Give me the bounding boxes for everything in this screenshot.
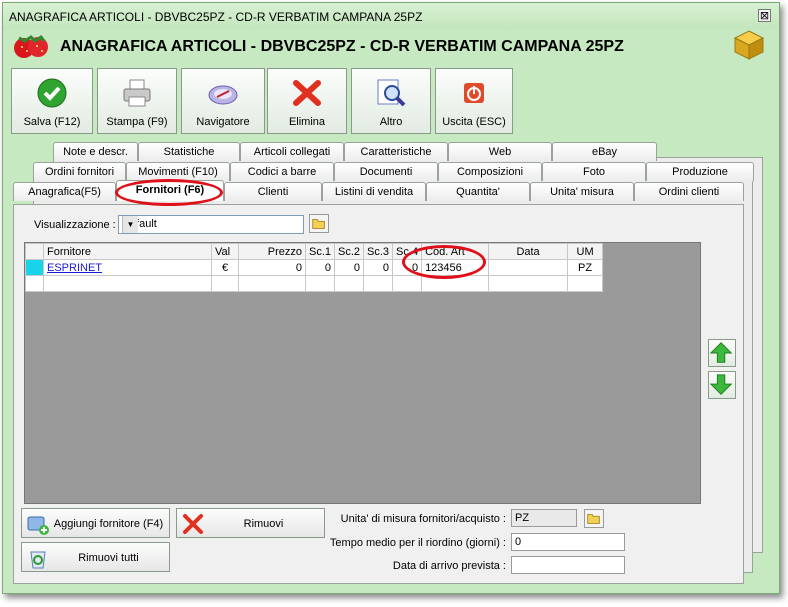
tab-note[interactable]: Note e descr.	[53, 142, 138, 161]
remove-all-button[interactable]: Rimuovi tutti	[21, 542, 170, 572]
tab-articoli-collegati[interactable]: Articoli collegati	[240, 142, 344, 161]
tab-composizioni[interactable]: Composizioni	[438, 162, 542, 181]
add-supplier-button[interactable]: Aggiungi fornitore (F4)	[21, 508, 170, 538]
print-label: Stampa (F9)	[106, 116, 168, 128]
navigator-button[interactable]: Navigatore	[181, 68, 265, 134]
col-sc2[interactable]: Sc.2	[334, 243, 365, 260]
cell-fornitore[interactable]: ESPRINET	[43, 259, 212, 276]
save-button[interactable]: Salva (F12)	[11, 68, 93, 134]
tab-web[interactable]: Web	[448, 142, 552, 161]
table-header: Fornitore Val Prezzo Sc.1 Sc.2 Sc.3 Sc.4…	[25, 243, 604, 260]
recycle-bin-icon	[30, 551, 46, 569]
other-button[interactable]: Altro	[351, 68, 431, 134]
col-um[interactable]: UM	[567, 243, 604, 260]
tab-documenti[interactable]: Documenti	[334, 162, 438, 181]
page-title: ANAGRAFICA ARTICOLI - DBVBC25PZ - CD-R V…	[60, 38, 624, 55]
tab-ebay[interactable]: eBay	[552, 142, 657, 161]
tab-listini-di-vendita[interactable]: Listini di vendita	[322, 182, 426, 201]
row-selector-header	[25, 243, 44, 260]
magnifier-icon	[377, 79, 406, 107]
col-fornitore[interactable]: Fornitore	[43, 243, 212, 260]
col-prezzo[interactable]: Prezzo	[238, 243, 306, 260]
col-sc1[interactable]: Sc.1	[304, 243, 336, 260]
folder-button[interactable]	[309, 214, 329, 233]
tab-codici-a-barre[interactable]: Codici a barre	[230, 162, 334, 181]
highlight-oval-tab	[115, 179, 223, 206]
cube-icon	[733, 30, 765, 60]
suppliers-panel: Visualizzazione : Default ▼ Fornitore Va…	[13, 204, 744, 584]
remove-label: Rimuovi	[243, 518, 284, 530]
tab-produzione[interactable]: Produzione	[646, 162, 754, 181]
arrival-label: Data di arrivo prevista :	[392, 560, 506, 572]
tab-caratteristiche[interactable]: Caratteristiche	[344, 142, 448, 161]
unit-field[interactable]: PZ	[511, 509, 577, 527]
highlight-oval-cod-art	[402, 245, 486, 279]
save-label: Salva (F12)	[23, 116, 81, 128]
cell-val[interactable]: €	[211, 259, 239, 276]
exit-label: Uscita (ESC)	[442, 116, 506, 128]
arrow-up-icon	[709, 342, 733, 363]
printer-icon	[123, 79, 151, 107]
tab-unita-misura[interactable]: Unita' misura	[530, 182, 634, 201]
window-title: ANAGRAFICA ARTICOLI - DBVBC25PZ - CD-R V…	[9, 10, 423, 24]
table-row-empty[interactable]	[25, 275, 604, 292]
compass-icon	[208, 85, 238, 105]
add-supplier-icon	[27, 516, 49, 535]
reorder-field[interactable]: 0	[511, 533, 625, 551]
suppliers-table: Fornitore Val Prezzo Sc.1 Sc.2 Sc.3 Sc.4…	[25, 243, 604, 292]
remove-all-label: Rimuovi tutti	[78, 552, 139, 564]
chevron-down-icon[interactable]: ▼	[122, 216, 138, 233]
checkmark-icon	[37, 78, 67, 108]
col-val[interactable]: Val	[211, 243, 239, 260]
delete-button[interactable]: Elimina	[267, 68, 347, 134]
title-bar[interactable]: ANAGRAFICA ARTICOLI - DBVBC25PZ - CD-R V…	[3, 3, 779, 29]
move-up-button[interactable]	[708, 339, 736, 367]
other-label: Altro	[379, 116, 403, 128]
main-window: ANAGRAFICA ARTICOLI - DBVBC25PZ - CD-R V…	[2, 2, 780, 594]
cell-sc3[interactable]: 0	[363, 259, 394, 276]
tab-ordini-clienti[interactable]: Ordini clienti	[634, 182, 744, 201]
navigator-label: Navigatore	[196, 116, 250, 128]
exit-button[interactable]: Uscita (ESC)	[435, 68, 513, 134]
cell-prezzo[interactable]: 0	[238, 259, 306, 276]
folder-icon	[587, 514, 600, 524]
col-data[interactable]: Data	[488, 243, 569, 260]
print-button[interactable]: Stampa (F9)	[97, 68, 177, 134]
arrival-field[interactable]	[511, 556, 625, 574]
tab-quantita[interactable]: Quantita'	[426, 182, 530, 201]
unit-label: Unita' di misura fornitori/acquisto :	[340, 513, 506, 525]
tab-clienti[interactable]: Clienti	[224, 182, 322, 201]
delete-label: Elimina	[288, 116, 326, 128]
tab-foto[interactable]: Foto	[542, 162, 646, 181]
cell-sc2[interactable]: 0	[334, 259, 365, 276]
tab-statistiche[interactable]: Statistiche	[138, 142, 240, 161]
suppliers-grid[interactable]: Fornitore Val Prezzo Sc.1 Sc.2 Sc.3 Sc.4…	[24, 242, 701, 504]
strawberry-logo-icon	[14, 34, 48, 58]
tab-ordini-fornitori[interactable]: Ordini fornitori	[33, 162, 126, 181]
tab-anagrafica[interactable]: Anagrafica(F5)	[13, 182, 116, 201]
red-x-icon	[183, 514, 203, 534]
arrow-down-icon	[709, 374, 733, 395]
reorder-label: Tempo medio per il riordino (giorni) :	[329, 537, 506, 549]
remove-button[interactable]: Rimuovi	[176, 508, 325, 538]
tab-movimenti[interactable]: Movimenti (F10)	[126, 162, 230, 181]
cell-sc1[interactable]: 0	[304, 259, 336, 276]
col-sc3[interactable]: Sc.3	[363, 243, 394, 260]
cell-data[interactable]	[488, 259, 569, 276]
power-icon	[464, 83, 484, 103]
row-selector[interactable]	[25, 259, 44, 276]
move-down-button[interactable]	[708, 371, 736, 399]
folder-icon	[312, 219, 325, 229]
table-row[interactable]: ESPRINET € 0 0 0 0 0 123456 PZ	[25, 259, 604, 276]
add-supplier-label: Aggiungi fornitore (F4)	[53, 518, 164, 530]
header: ANAGRAFICA ARTICOLI - DBVBC25PZ - CD-R V…	[3, 29, 779, 63]
close-icon[interactable]: ⊠	[758, 9, 771, 22]
cell-um[interactable]: PZ	[567, 259, 604, 276]
view-label: Visualizzazione :	[34, 219, 116, 231]
unit-folder-button[interactable]	[584, 509, 604, 528]
view-select[interactable]: Default ▼	[118, 215, 304, 234]
red-x-icon	[293, 80, 321, 106]
